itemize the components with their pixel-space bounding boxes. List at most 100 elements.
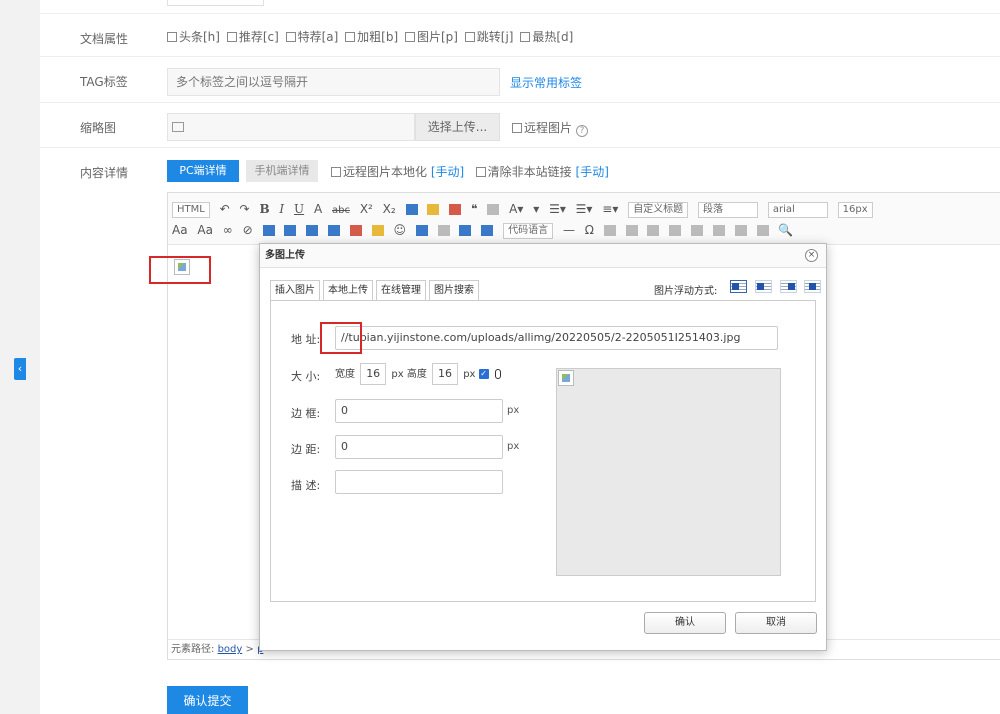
unlink-icon[interactable]: ⊘ (243, 220, 253, 240)
strikethrough-icon[interactable]: abc (332, 201, 350, 221)
tab-mobile-details[interactable]: 手机端详情 (246, 160, 318, 182)
table-tools-icon[interactable] (756, 225, 769, 236)
table-icon[interactable] (603, 225, 616, 236)
top-field-remnant[interactable] (167, 0, 264, 6)
remote-image-option[interactable]: 远程图片? (512, 119, 589, 137)
collapse-sidebar-button[interactable]: ‹ (14, 358, 26, 380)
localize-images-option[interactable]: 远程图片本地化 (331, 165, 427, 179)
attr-checkbox[interactable]: 跳转[j] (464, 30, 513, 44)
special-char-icon[interactable]: Ω (585, 220, 594, 240)
height-input[interactable]: 16 (432, 363, 459, 385)
size-label: 大 小: (291, 370, 321, 383)
ok-button[interactable]: 确认 (644, 612, 726, 634)
tab-insert-image[interactable]: 插入图片 (270, 280, 320, 301)
font-color-icon[interactable]: A▾ (509, 199, 523, 219)
margin-input[interactable]: 0 (335, 435, 503, 459)
cancel-button[interactable]: 取消 (735, 612, 817, 634)
tag-input[interactable]: 多个标签之间以逗号隔开 (167, 68, 500, 96)
paste-plain-icon[interactable] (487, 204, 500, 215)
table-tools-icon[interactable] (691, 225, 704, 236)
highlight-box (320, 322, 362, 354)
border-unit: px (507, 405, 520, 416)
align-left-icon[interactable] (262, 225, 275, 236)
directionality-ltr-icon[interactable]: Aa (172, 220, 188, 240)
attr-checkbox[interactable]: 推荐[c] (226, 30, 279, 44)
image-icon (172, 122, 184, 132)
close-icon[interactable]: × (805, 249, 818, 262)
clear-links-manual-link[interactable]: [手动] (576, 165, 609, 179)
clear-format-icon[interactable] (427, 204, 440, 215)
font-size-select[interactable]: 16px (837, 201, 873, 218)
table-tools-icon[interactable] (625, 225, 638, 236)
attr-checkbox[interactable]: 头条[h] (167, 30, 220, 44)
autotypeset-icon[interactable] (449, 204, 462, 215)
tab-online-manage[interactable]: 在线管理 (376, 280, 426, 301)
image-url-input[interactable]: //tupian.yijinstone.com/uploads/allimg/2… (335, 326, 778, 350)
tab-image-search[interactable]: 图片搜索 (429, 280, 479, 301)
horizontal-rule-icon[interactable]: — (563, 220, 575, 240)
help-icon[interactable]: ? (576, 125, 589, 137)
description-input[interactable] (335, 470, 503, 494)
attr-checkbox[interactable]: 最热[d] (520, 30, 573, 44)
html-source-button[interactable]: HTML (172, 201, 210, 218)
width-input[interactable]: 16 (360, 363, 387, 385)
border-a-icon[interactable]: A (314, 199, 322, 219)
thumbnail-input[interactable] (167, 113, 415, 141)
directionality-rtl-icon[interactable]: Aa (197, 220, 213, 240)
choose-upload-button[interactable]: 选择上传... (415, 113, 500, 141)
chevron-left-icon: ‹ (17, 362, 23, 375)
show-common-tags-link[interactable]: 显示常用标签 (510, 74, 582, 91)
format-match-icon[interactable] (405, 204, 418, 215)
float-right-icon[interactable] (779, 280, 797, 293)
superscript-icon[interactable]: X² (360, 199, 373, 219)
ordered-list-icon[interactable]: ☰▾ (549, 199, 566, 219)
float-none-icon[interactable] (730, 280, 747, 293)
attr-checkbox[interactable]: 图片[p] (404, 30, 458, 44)
unordered-list-icon[interactable]: ☰▾ (576, 199, 593, 219)
emotion-icon[interactable]: ☺ (393, 220, 406, 240)
align-justify-icon[interactable] (327, 225, 340, 236)
clear-links-option[interactable]: 清除非本站链接 (475, 165, 572, 179)
align-right-icon[interactable] (306, 225, 319, 236)
attr-checkbox[interactable]: 特荐[a] (285, 30, 338, 44)
paragraph-select[interactable]: 段落 (698, 201, 759, 218)
code-language-select[interactable]: 代码语言 (503, 222, 554, 239)
bold-icon[interactable]: B (259, 199, 269, 219)
map-icon[interactable] (459, 225, 472, 236)
description-label: 描 述: (291, 479, 321, 492)
custom-title-select[interactable]: 自定义标题 (628, 201, 689, 218)
attr-checkbox[interactable]: 加粗[b] (345, 30, 398, 44)
redo-icon[interactable]: ↷ (240, 199, 250, 219)
blockquote-icon[interactable]: ❝ (471, 199, 477, 219)
border-label: 边 框: (291, 407, 321, 420)
background-icon[interactable] (481, 225, 494, 236)
font-family-select[interactable]: arial (767, 201, 828, 218)
align-center-icon[interactable] (284, 225, 297, 236)
confirm-submit-button[interactable]: 确认提交 (167, 686, 248, 714)
float-left-icon[interactable] (754, 280, 772, 293)
link-icon[interactable]: ∞ (223, 220, 233, 240)
path-body-link[interactable]: body (218, 644, 243, 655)
localize-manual-link[interactable]: [手动] (431, 165, 464, 179)
tab-pc-details[interactable]: PC端详情 (167, 160, 239, 182)
table-tools-icon[interactable] (647, 225, 660, 236)
tab-local-upload[interactable]: 本地上传 (323, 280, 373, 301)
lock-ratio-checkbox[interactable]: ✓ (478, 369, 489, 379)
divider (40, 102, 1000, 103)
undo-icon[interactable]: ↶ (220, 199, 230, 219)
table-tools-icon[interactable] (734, 225, 747, 236)
bg-color-icon[interactable]: ▾ (533, 199, 539, 219)
insert-frame-icon[interactable] (415, 225, 428, 236)
attachment-icon[interactable] (437, 225, 450, 236)
table-tools-icon[interactable] (669, 225, 682, 236)
subscript-icon[interactable]: X₂ (383, 199, 396, 219)
float-center-icon[interactable] (804, 280, 822, 293)
underline-icon[interactable]: U (294, 199, 304, 219)
multi-image-icon[interactable] (371, 225, 384, 236)
search-replace-icon[interactable]: 🔍 (778, 220, 793, 240)
table-tools-icon[interactable] (712, 225, 725, 236)
line-height-icon[interactable]: ≡▾ (602, 199, 618, 219)
insert-image-icon[interactable] (349, 225, 362, 236)
italic-icon[interactable]: I (279, 199, 284, 219)
border-input[interactable]: 0 (335, 399, 503, 423)
